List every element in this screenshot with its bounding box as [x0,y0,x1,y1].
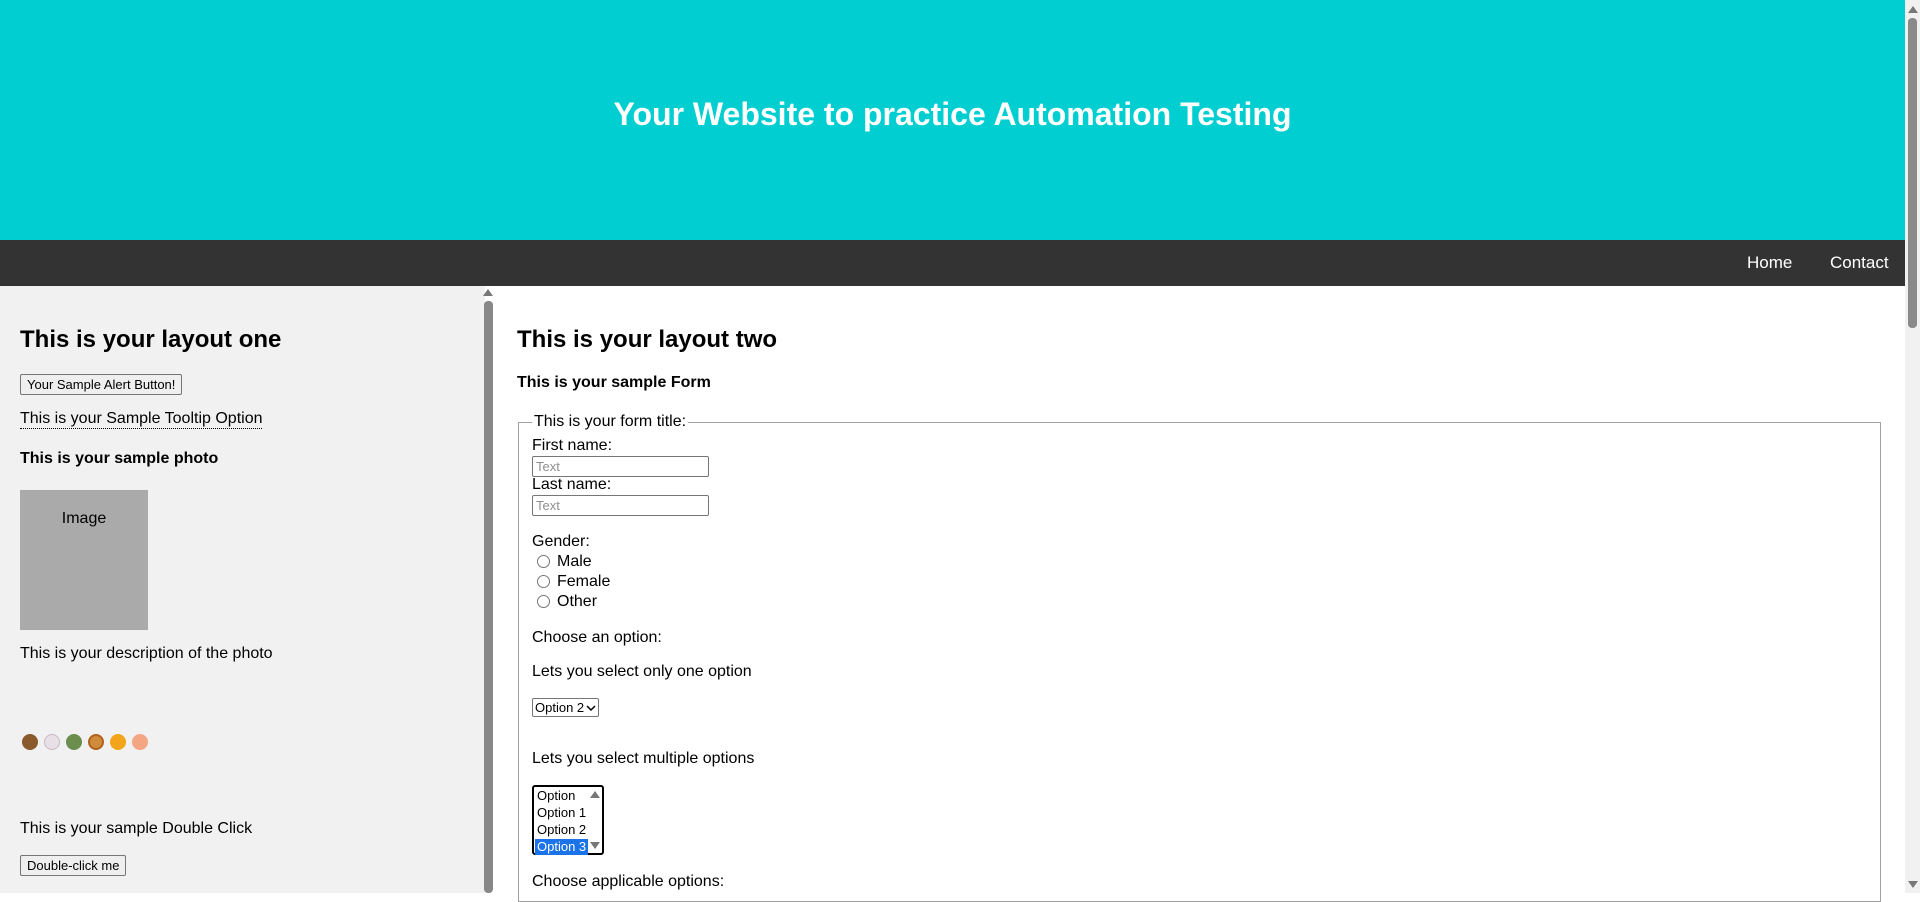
first-name-label: First name: [532,437,613,454]
layout-one-heading: This is your layout one [20,326,282,353]
chevron-down-icon [586,704,596,711]
tooltip-option[interactable]: This is your Sample Tooltip Option [20,410,263,429]
top-navbar: Home Contact [0,240,1905,286]
orange-creature-icon[interactable] [110,734,126,750]
photo-heading: This is your sample photo [20,450,219,467]
single-option-select[interactable]: Option 2 [532,698,600,717]
first-name-input[interactable] [532,456,709,477]
applicable-options-label: Choose applicable options: [532,873,725,890]
multi-select-scroll-down-icon[interactable] [590,842,600,849]
photo-placeholder-text: Image [61,510,107,527]
choose-option-label: Choose an option: [532,629,662,646]
double-click-label: This is your sample Double Click [20,820,253,837]
brown-creature-icon[interactable] [22,734,38,750]
nav-contact-link[interactable]: Contact [1830,240,1889,286]
sample-photo: Image [20,490,148,630]
multi-option-item[interactable]: Option 2 [535,822,588,838]
last-name-label: Last name: [532,476,612,493]
layout-two-heading: This is your layout two [517,326,778,353]
left-panel-scrollbar[interactable] [484,301,493,893]
left-scroll-up-arrow-icon[interactable] [483,289,493,296]
emoji-icon-row [22,734,148,750]
gender-female-label: Female [557,573,611,590]
multi-select-scroll-up-icon[interactable] [590,791,600,798]
page-scroll-down-arrow-icon[interactable] [1908,881,1918,888]
sample-alert-button[interactable]: Your Sample Alert Button! [20,374,183,395]
site-header: Your Website to practice Automation Test… [0,0,1905,240]
nav-home-link[interactable]: Home [1747,240,1792,286]
peach-creature-icon[interactable] [132,734,148,750]
gender-male-label: Male [557,553,592,570]
single-option-select-value: Option 2 [535,700,585,715]
gender-other-radio[interactable] [537,595,550,608]
multi-select-label: Lets you select multiple options [532,750,755,767]
double-click-button[interactable]: Double-click me [20,855,127,876]
multi-option-select[interactable]: Option Option 1 Option 2 Option 3 [532,785,604,855]
green-creature-icon[interactable] [66,734,82,750]
gender-other-label: Other [557,593,598,610]
page-scrollbar-thumb[interactable] [1908,18,1917,328]
last-name-input[interactable] [532,495,709,516]
multi-option-item[interactable]: Option 1 [535,805,588,821]
gender-label: Gender: [532,533,590,550]
gender-male-radio[interactable] [537,555,550,568]
multi-option-item[interactable]: Option [535,788,577,804]
sample-form-fieldset [518,422,1881,902]
page-scroll-up-arrow-icon[interactable] [1908,6,1918,13]
pretzel-icon[interactable] [88,734,104,750]
site-title: Your Website to practice Automation Test… [613,96,1292,132]
multi-option-item-selected[interactable]: Option 3 [535,839,589,855]
gender-female-radio[interactable] [537,575,550,588]
white-creature-icon[interactable] [44,734,60,750]
photo-description: This is your description of the photo [20,645,273,662]
form-heading: This is your sample Form [517,374,711,391]
single-select-label: Lets you select only one option [532,663,752,680]
form-legend: This is your form title: [532,413,689,431]
